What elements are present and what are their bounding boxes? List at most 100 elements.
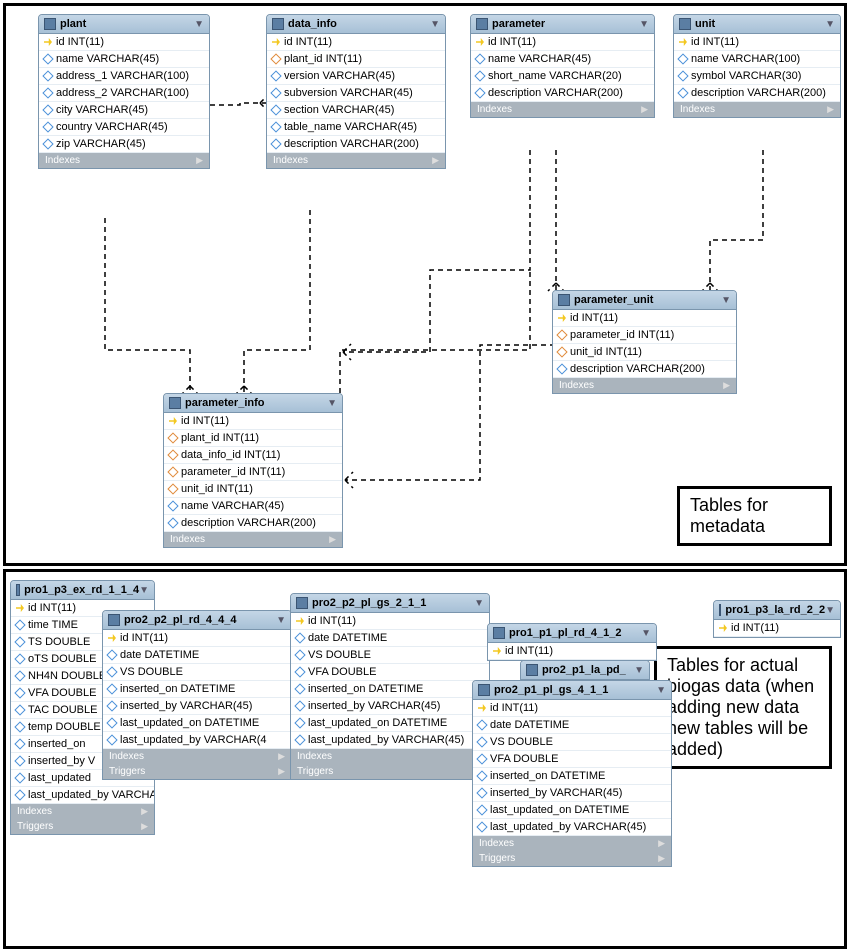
- column-row: inserted_on DATETIME: [473, 768, 671, 785]
- attr-icon: [14, 738, 25, 749]
- attr-icon: [294, 734, 305, 745]
- collapse-arrow-icon[interactable]: ▼: [656, 685, 666, 696]
- table-biogas-4: pro1_p1_pl_rd_4_1_2 ▼ id INT(11): [487, 623, 657, 661]
- collapse-arrow-icon[interactable]: ▼: [825, 605, 835, 616]
- collapse-arrow-icon[interactable]: ▼: [276, 615, 286, 626]
- indexes-footer[interactable]: Indexes▶: [11, 804, 154, 819]
- triggers-footer[interactable]: Triggers▶: [11, 819, 154, 834]
- column-row: unit_id INT(11): [164, 481, 342, 498]
- table-header[interactable]: pro1_p3_la_rd_2_2▼: [714, 601, 840, 620]
- table-header[interactable]: pro1_p1_pl_rd_4_1_2 ▼: [488, 624, 656, 643]
- column-row: section VARCHAR(45): [267, 102, 445, 119]
- collapse-arrow-icon[interactable]: ▼: [430, 19, 440, 30]
- attr-icon: [167, 517, 178, 528]
- column-text: last_updated_by VARCHAR(45): [490, 821, 646, 833]
- indexes-footer[interactable]: Indexes▶: [674, 102, 840, 117]
- attr-icon: [476, 736, 487, 747]
- indexes-footer[interactable]: Indexes▶: [39, 153, 209, 168]
- indexes-footer[interactable]: Indexes▶: [473, 836, 671, 851]
- table-header[interactable]: pro2_p1_pl_gs_4_1_1▼: [473, 681, 671, 700]
- column-text: NH4N DOUBLE: [28, 670, 106, 682]
- attr-icon: [42, 70, 53, 81]
- collapse-arrow-icon[interactable]: ▼: [641, 628, 651, 639]
- column-text: last_updated_by VARCHAR(4: [120, 734, 267, 746]
- table-header[interactable]: unit▼: [674, 15, 840, 34]
- column-text: id INT(11): [490, 702, 538, 714]
- table-icon: [679, 18, 691, 30]
- column-text: last_updated_by VARCHAR(45): [28, 789, 155, 801]
- table-header[interactable]: pro2_p2_pl_rd_4_4_4▼: [103, 611, 291, 630]
- collapse-arrow-icon[interactable]: ▼: [634, 665, 644, 676]
- column-text: country VARCHAR(45): [56, 121, 168, 133]
- column-text: date DATETIME: [120, 649, 199, 661]
- column-text: date DATETIME: [490, 719, 569, 731]
- table-header[interactable]: parameter▼: [471, 15, 654, 34]
- indexes-footer[interactable]: Indexes▶: [553, 378, 736, 393]
- table-header[interactable]: parameter_info▼: [164, 394, 342, 413]
- column-row: table_name VARCHAR(45): [267, 119, 445, 136]
- indexes-footer[interactable]: Indexes▶: [103, 749, 291, 764]
- column-list: id INT(11)parameter_id INT(11)unit_id IN…: [553, 310, 736, 378]
- collapse-arrow-icon[interactable]: ▼: [139, 585, 149, 596]
- table-header[interactable]: pro1_p3_ex_rd_1_1_4▼: [11, 581, 154, 600]
- column-text: subversion VARCHAR(45): [284, 87, 413, 99]
- column-list: id INT(11)name VARCHAR(100)symbol VARCHA…: [674, 34, 840, 102]
- column-text: inserted_by VARCHAR(45): [120, 700, 252, 712]
- table-unit: unit▼ id INT(11)name VARCHAR(100)symbol …: [673, 14, 841, 118]
- attr-icon: [106, 666, 117, 677]
- column-text: inserted_by V: [28, 755, 95, 767]
- collapse-arrow-icon[interactable]: ▼: [327, 398, 337, 409]
- attr-icon: [14, 789, 25, 800]
- column-text: short_name VARCHAR(20): [488, 70, 622, 82]
- attr-icon: [42, 104, 53, 115]
- column-row: VS DOUBLE: [291, 647, 489, 664]
- triggers-footer[interactable]: Triggers▶: [291, 764, 489, 779]
- table-header[interactable]: parameter_unit▼: [553, 291, 736, 310]
- table-header[interactable]: pro2_p1_la_pd_▼: [521, 661, 649, 680]
- column-list: id INT(11): [488, 643, 656, 660]
- table-header[interactable]: plant ▼: [39, 15, 209, 34]
- table-title: plant: [60, 18, 86, 30]
- key-icon: [719, 624, 727, 632]
- column-list: id INT(11)name VARCHAR(45)short_name VAR…: [471, 34, 654, 102]
- collapse-arrow-icon[interactable]: ▼: [639, 19, 649, 30]
- triggers-footer[interactable]: Triggers▶: [473, 851, 671, 866]
- attr-icon: [14, 653, 25, 664]
- attr-icon: [476, 787, 487, 798]
- indexes-footer[interactable]: Indexes▶: [267, 153, 445, 168]
- column-text: VFA DOUBLE: [490, 753, 558, 765]
- collapse-arrow-icon[interactable]: ▼: [825, 19, 835, 30]
- column-list: id INT(11): [714, 620, 840, 637]
- column-text: parameter_id INT(11): [570, 329, 674, 341]
- attr-icon: [14, 755, 25, 766]
- triggers-footer[interactable]: Triggers▶: [103, 764, 291, 779]
- attr-icon: [476, 821, 487, 832]
- attr-icon: [294, 683, 305, 694]
- indexes-footer[interactable]: Indexes▶: [471, 102, 654, 117]
- column-row: last_updated_by VARCHAR(45): [11, 787, 154, 804]
- column-row: inserted_by VARCHAR(45): [103, 698, 291, 715]
- indexes-footer[interactable]: Indexes▶: [164, 532, 342, 547]
- collapse-arrow-icon[interactable]: ▼: [194, 19, 204, 30]
- column-text: date DATETIME: [308, 632, 387, 644]
- attr-icon: [106, 649, 117, 660]
- column-text: last_updated_on DATETIME: [308, 717, 447, 729]
- table-icon: [526, 664, 538, 676]
- column-text: inserted_on: [28, 738, 86, 750]
- table-icon: [16, 584, 20, 596]
- collapse-arrow-icon[interactable]: ▼: [474, 598, 484, 609]
- collapse-arrow-icon[interactable]: ▼: [721, 295, 731, 306]
- table-icon: [493, 627, 505, 639]
- column-text: last_updated_on DATETIME: [490, 804, 629, 816]
- table-title: pro1_p1_pl_rd_4_1_2: [509, 627, 622, 639]
- table-header[interactable]: data_info▼: [267, 15, 445, 34]
- table-header[interactable]: pro2_p2_pl_gs_2_1_1▼: [291, 594, 489, 613]
- column-list: id INT(11)date DATETIMEVS DOUBLEVFA DOUB…: [473, 700, 671, 836]
- column-row: id INT(11): [714, 620, 840, 637]
- column-text: id INT(11): [181, 415, 229, 427]
- indexes-footer[interactable]: Indexes▶: [291, 749, 489, 764]
- column-row: last_updated_by VARCHAR(4: [103, 732, 291, 749]
- column-row: id INT(11): [291, 613, 489, 630]
- column-row: symbol VARCHAR(30): [674, 68, 840, 85]
- column-row: VFA DOUBLE: [291, 664, 489, 681]
